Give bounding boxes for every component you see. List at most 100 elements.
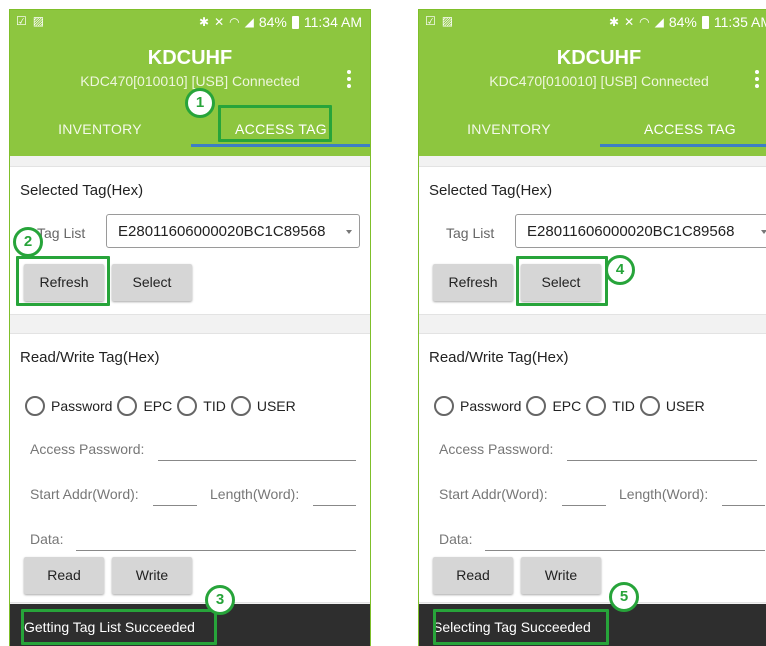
bluetooth-icon: ✱ bbox=[199, 15, 210, 29]
image-icon: ▨ bbox=[32, 14, 45, 28]
toast: Getting Tag List Succeeded bbox=[10, 604, 370, 646]
length-field[interactable] bbox=[722, 505, 765, 506]
overflow-menu-icon[interactable] bbox=[754, 70, 760, 92]
app-bar: KDCUHF KDC470[010010] [USB] Connected IN… bbox=[419, 34, 766, 156]
memory-bank-radio-group: Password EPC TID USER bbox=[25, 396, 301, 416]
read-button[interactable]: Read bbox=[433, 557, 513, 594]
tab-access-tag[interactable]: ACCESS TAG bbox=[600, 116, 766, 156]
access-password-label: Access Password: bbox=[30, 441, 145, 457]
access-password-field[interactable] bbox=[567, 460, 757, 461]
radio-label: EPC bbox=[552, 398, 582, 414]
selected-tag-panel: Selected Tag(Hex) Tag List E280116060000… bbox=[10, 166, 370, 315]
tag-list-label: Tag List bbox=[446, 225, 495, 241]
write-button[interactable]: Write bbox=[112, 557, 192, 594]
toast-message: Getting Tag List Succeeded bbox=[24, 619, 195, 635]
write-button[interactable]: Write bbox=[521, 557, 601, 594]
length-label: Length(Word): bbox=[619, 486, 709, 502]
start-addr-field[interactable] bbox=[153, 505, 197, 506]
battery-icon bbox=[291, 15, 299, 29]
status-bar: ☑ ▨ ✱ ✕ ◠ ◢ 84% 11:34 AM bbox=[10, 10, 370, 34]
tab-indicator bbox=[191, 144, 370, 147]
connection-status: KDC470[010010] [USB] Connected bbox=[80, 73, 300, 89]
mute-icon: ✕ bbox=[624, 15, 635, 29]
tag-list-dropdown[interactable]: E28011606000020BC1C89568 bbox=[515, 214, 766, 248]
tab-indicator bbox=[600, 144, 766, 147]
screenshot-right: ☑ ▨ ✱ ✕ ◠ ◢ 84% 11:35 AM KDCUHF KDC470[0… bbox=[418, 9, 766, 646]
dropdown-caret-icon bbox=[346, 230, 352, 234]
clock: 11:34 AM bbox=[303, 14, 362, 30]
overflow-menu-icon[interactable] bbox=[346, 70, 352, 92]
radio-epc[interactable] bbox=[526, 396, 547, 416]
tag-list-label: Tag List bbox=[37, 225, 86, 241]
status-bar: ☑ ▨ ✱ ✕ ◠ ◢ 84% 11:35 AM bbox=[419, 10, 766, 34]
select-button[interactable]: Select bbox=[521, 264, 601, 301]
start-addr-label: Start Addr(Word): bbox=[439, 486, 548, 502]
radio-label: Password bbox=[460, 398, 522, 414]
signal-icon: ◢ bbox=[654, 15, 664, 29]
tab-inventory[interactable]: INVENTORY bbox=[10, 116, 190, 156]
section-title: Selected Tag(Hex) bbox=[429, 182, 553, 199]
select-button[interactable]: Select bbox=[112, 264, 192, 301]
callout-marker: 2 bbox=[13, 227, 43, 257]
toast: Selecting Tag Succeeded bbox=[419, 604, 766, 646]
callout-marker: 3 bbox=[205, 585, 235, 615]
app-title: KDCUHF bbox=[556, 47, 642, 69]
data-field[interactable] bbox=[485, 550, 765, 551]
tab-access-tag[interactable]: ACCESS TAG bbox=[191, 116, 370, 156]
section-title: Read/Write Tag(Hex) bbox=[20, 349, 160, 366]
data-label: Data: bbox=[30, 531, 64, 547]
mute-icon: ✕ bbox=[214, 15, 225, 29]
radio-user[interactable] bbox=[230, 396, 251, 416]
radio-tid[interactable] bbox=[177, 396, 198, 416]
memory-bank-radio-group: Password EPC TID USER bbox=[434, 396, 710, 416]
radio-label: Password bbox=[51, 398, 113, 414]
tag-list-dropdown[interactable]: E28011606000020BC1C89568 bbox=[106, 214, 360, 248]
length-label: Length(Word): bbox=[210, 486, 300, 502]
toast-message: Selecting Tag Succeeded bbox=[433, 619, 591, 635]
access-password-label: Access Password: bbox=[439, 441, 554, 457]
tab-inventory[interactable]: INVENTORY bbox=[419, 116, 599, 156]
selected-tag-panel: Selected Tag(Hex) Tag List E280116060000… bbox=[419, 166, 766, 315]
start-addr-field[interactable] bbox=[562, 505, 606, 506]
section-title: Selected Tag(Hex) bbox=[20, 182, 144, 199]
callout-marker: 4 bbox=[605, 255, 635, 285]
signal-icon: ◢ bbox=[244, 15, 254, 29]
dropdown-caret-icon bbox=[761, 230, 766, 234]
read-write-panel: Read/Write Tag(Hex) Password EPC TID USE… bbox=[10, 333, 370, 603]
radio-epc[interactable] bbox=[117, 396, 138, 416]
tag-list-value: E28011606000020BC1C89568 bbox=[118, 223, 326, 240]
radio-label: USER bbox=[256, 398, 296, 414]
image-icon: ▨ bbox=[441, 14, 454, 28]
connection-status: KDC470[010010] [USB] Connected bbox=[489, 73, 709, 89]
tag-list-value: E28011606000020BC1C89568 bbox=[527, 223, 735, 240]
radio-user[interactable] bbox=[639, 396, 660, 416]
data-label: Data: bbox=[439, 531, 473, 547]
clock: 11:35 AM bbox=[713, 14, 766, 30]
app-title: KDCUHF bbox=[147, 47, 233, 69]
radio-label: TID bbox=[612, 398, 635, 414]
battery-icon bbox=[701, 15, 709, 29]
callout-marker: 1 bbox=[185, 88, 215, 118]
access-password-field[interactable] bbox=[158, 460, 356, 461]
wifi-icon: ◠ bbox=[639, 15, 650, 29]
radio-label: EPC bbox=[143, 398, 173, 414]
length-field[interactable] bbox=[313, 505, 356, 506]
checkbox-icon: ☑ bbox=[16, 14, 27, 28]
radio-tid[interactable] bbox=[586, 396, 607, 416]
refresh-button[interactable]: Refresh bbox=[24, 264, 104, 301]
callout-marker: 5 bbox=[609, 582, 639, 612]
radio-label: USER bbox=[665, 398, 705, 414]
battery-percent: 84% bbox=[258, 14, 287, 30]
start-addr-label: Start Addr(Word): bbox=[30, 486, 139, 502]
read-write-panel: Read/Write Tag(Hex) Password EPC TID USE… bbox=[419, 333, 766, 603]
refresh-button[interactable]: Refresh bbox=[433, 264, 513, 301]
battery-percent: 84% bbox=[668, 14, 697, 30]
checkbox-icon: ☑ bbox=[425, 14, 436, 28]
read-button[interactable]: Read bbox=[24, 557, 104, 594]
radio-password[interactable] bbox=[25, 396, 45, 416]
section-title: Read/Write Tag(Hex) bbox=[429, 349, 569, 366]
wifi-icon: ◠ bbox=[229, 15, 240, 29]
radio-password[interactable] bbox=[434, 396, 454, 416]
radio-label: TID bbox=[203, 398, 226, 414]
data-field[interactable] bbox=[76, 550, 356, 551]
